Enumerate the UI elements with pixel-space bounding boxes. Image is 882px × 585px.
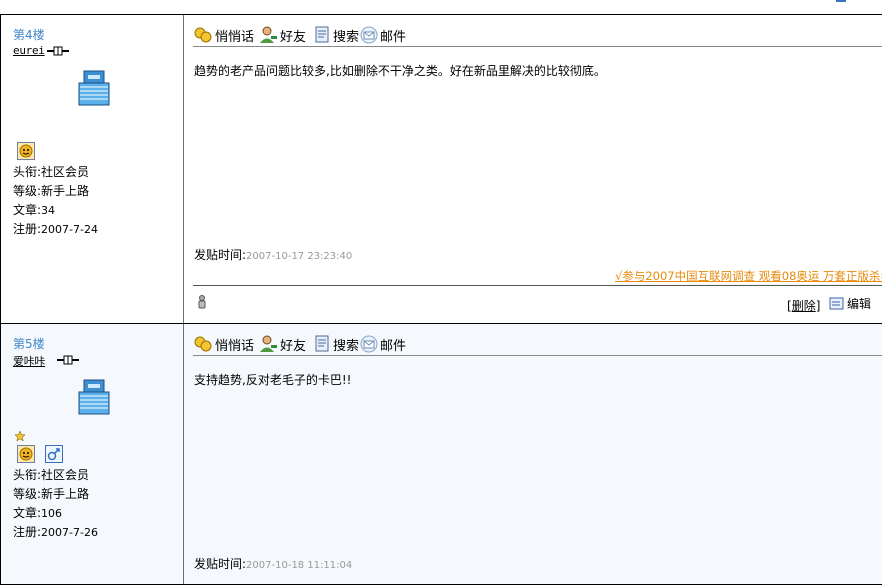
search-label: 搜索 <box>333 338 360 354</box>
post-toolbar: 悄悄话 好友 搜索 邮件 <box>193 24 882 47</box>
search-icon <box>315 26 329 43</box>
avatar <box>78 379 110 415</box>
smiley-badge <box>17 142 35 160</box>
title-value: 社区会员 <box>41 165 90 179</box>
mail-icon <box>360 26 378 44</box>
articles-label: 文章: <box>13 506 42 520</box>
friend-icon <box>260 26 277 43</box>
person-icon[interactable] <box>197 295 207 309</box>
post-main: 悄悄话 好友 搜索 邮件 支持趋势,反对老毛子的卡巴!! 发贴时间:2007-1… <box>193 324 882 584</box>
ad-link[interactable]: √参与2007中国互联网调查 观看08奥运 万套正版杀毒软件大派送 <box>615 268 882 284</box>
top-icon-fragment <box>836 0 846 2</box>
mail-button[interactable]: 邮件 <box>360 25 406 45</box>
level-value: 新手上路 <box>41 184 90 198</box>
post-content: 支持趋势,反对老毛子的卡巴!! <box>194 373 352 387</box>
delete-button[interactable]: [删除] <box>787 297 820 314</box>
post-content: 趋势的老产品问题比较多,比如删除不干净之类。好在新品里解决的比较彻底。 <box>194 64 606 78</box>
articles-label: 文章: <box>13 203 42 217</box>
post-floor-4: 第4楼 eurei 头衔:社区会员 等级:新手上路 文章:34 注册:2007-… <box>0 15 882 324</box>
post-time: 发贴时间:2007-10-17 23:23:40 <box>194 246 352 263</box>
edit-icon <box>829 297 844 310</box>
search-button[interactable]: 搜索 <box>314 334 359 354</box>
whisper-label: 悄悄话 <box>215 338 255 354</box>
user-sidebar: 第4楼 eurei 头衔:社区会员 等级:新手上路 文章:34 注册:2007-… <box>1 15 184 323</box>
star-icon <box>15 431 25 441</box>
register-value: 2007-7-24 <box>41 223 98 236</box>
top-link-fragment <box>794 0 816 2</box>
whisper-label: 悄悄话 <box>215 29 255 45</box>
delete-label: 删除 <box>791 299 816 313</box>
user-info: 头衔:社区会员 等级:新手上路 文章:34 注册:2007-7-24 <box>13 163 98 239</box>
level-label: 等级: <box>13 184 42 198</box>
friend-label: 好友 <box>280 338 307 354</box>
connect-icon <box>57 355 79 365</box>
post-time: 发贴时间:2007-10-18 11:11:04 <box>194 555 352 572</box>
articles-value: 34 <box>41 204 56 217</box>
mail-label: 邮件 <box>380 338 407 354</box>
register-value: 2007-7-26 <box>41 526 98 539</box>
top-table-border <box>0 0 882 15</box>
floor-number: 第4楼 <box>13 28 45 42</box>
post-time-label: 发贴时间: <box>194 557 247 571</box>
mail-button[interactable]: 邮件 <box>360 334 406 354</box>
title-label: 头衔: <box>13 165 42 179</box>
edit-label: 编辑 <box>847 297 872 311</box>
level-label: 等级: <box>13 487 42 501</box>
whisper-icon <box>194 336 212 352</box>
post-time-value: 2007-10-18 11:11:04 <box>246 560 353 571</box>
post-main: 悄悄话 好友 搜索 邮件 趋势的老产品问题比较多,比如删除不干净之类。好在新品里… <box>193 15 882 323</box>
whisper-button[interactable]: 悄悄话 <box>194 25 254 45</box>
friend-button[interactable]: 好友 <box>259 334 306 354</box>
friend-button[interactable]: 好友 <box>259 25 306 45</box>
search-button[interactable]: 搜索 <box>314 25 359 45</box>
username-link[interactable]: eurei <box>13 44 45 57</box>
post-floor-5: 第5楼 爱咔咔 头衔:社区会员 等级:新手上路 文章:106 注册:2007-7… <box>0 324 882 585</box>
user-sidebar: 第5楼 爱咔咔 头衔:社区会员 等级:新手上路 文章:106 注册:2007-7… <box>1 324 184 584</box>
post-time-label: 发贴时间: <box>194 248 247 262</box>
search-label: 搜索 <box>333 29 360 45</box>
search-icon <box>315 335 329 352</box>
register-label: 注册: <box>13 525 42 539</box>
signature-divider <box>193 285 882 286</box>
mail-label: 邮件 <box>380 29 407 45</box>
smiley-badge <box>17 445 35 463</box>
register-label: 注册: <box>13 222 42 236</box>
level-value: 新手上路 <box>41 487 90 501</box>
user-info: 头衔:社区会员 等级:新手上路 文章:106 注册:2007-7-26 <box>13 466 98 542</box>
title-value: 社区会员 <box>41 468 90 482</box>
floor-number: 第5楼 <box>13 337 45 351</box>
post-toolbar: 悄悄话 好友 搜索 邮件 <box>193 333 882 356</box>
whisper-icon <box>194 27 212 43</box>
friend-label: 好友 <box>280 29 307 45</box>
gender-badge <box>45 445 63 463</box>
mail-icon <box>360 335 378 353</box>
whisper-button[interactable]: 悄悄话 <box>194 334 254 354</box>
edit-button[interactable]: 编辑 <box>829 295 871 312</box>
connect-icon <box>47 46 69 56</box>
avatar <box>78 70 110 106</box>
articles-value: 106 <box>41 507 63 520</box>
friend-icon <box>260 335 277 352</box>
post-time-value: 2007-10-17 23:23:40 <box>246 251 353 262</box>
username-link[interactable]: 爱咔咔 <box>13 353 45 369</box>
title-label: 头衔: <box>13 468 42 482</box>
